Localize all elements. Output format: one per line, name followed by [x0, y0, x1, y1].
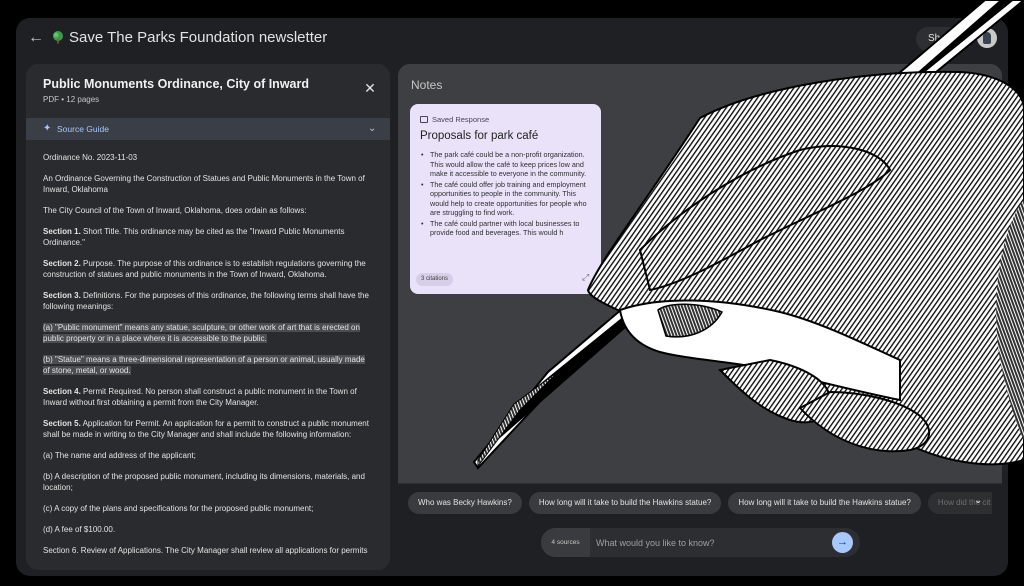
highlighted-paragraph: (b) "Statue" means a three-dimensional r… — [43, 354, 370, 376]
share-button[interactable]: Share — [916, 27, 967, 51]
source-paragraph: Ordinance No. 2023-11-03 — [43, 152, 370, 163]
note-title: Proposals for park café — [420, 130, 538, 142]
source-meta: PDF • 12 pages — [43, 95, 99, 104]
source-paragraph: Section 5. Application for Permit. An ap… — [43, 418, 370, 440]
list-item: The café could offer job training and em… — [420, 180, 591, 218]
source-paragraph: (d) A fee of $100.00. — [43, 524, 370, 535]
chevron-down-icon[interactable]: ⌄ — [368, 123, 376, 134]
sources-count-badge[interactable]: 4 sources — [541, 528, 590, 557]
app-window: ← Save The Parks Foundation newsletter S… — [16, 18, 1008, 576]
source-paragraph: Section 2. Purpose. The purpose of this … — [43, 258, 370, 280]
saved-response-label: Saved Response — [432, 115, 489, 124]
source-paragraph: (c) A copy of the plans and specificatio… — [43, 503, 370, 514]
source-paragraph: Section 6. Review of Applications. The C… — [43, 545, 370, 556]
source-guide-bar[interactable]: ✦ Source Guide ⌄ — [26, 118, 390, 140]
notes-title: Notes — [411, 78, 442, 92]
note-icon — [420, 116, 428, 123]
source-paragraph: Section 3. Definitions. For the purposes… — [43, 290, 370, 312]
saved-note-card[interactable]: Saved Response Proposals for park café T… — [410, 104, 601, 294]
chevron-down-icon[interactable]: ⌄ — [974, 495, 982, 506]
notebook-title[interactable]: Save The Parks Foundation newsletter — [69, 29, 327, 46]
suggestion-chips: Who was Becky Hawkins? How long will it t… — [408, 492, 992, 514]
saved-response-row: Saved Response — [420, 115, 489, 124]
top-bar: ← Save The Parks Foundation newsletter S… — [16, 18, 1008, 62]
source-text: Ordinance No. 2023-11-03 An Ordinance Go… — [43, 152, 370, 566]
source-guide-label: Source Guide — [57, 124, 109, 134]
avatar[interactable] — [977, 28, 997, 48]
note-fade — [410, 244, 601, 274]
sparkle-icon: ✦ — [43, 123, 51, 134]
note-bullets: The park café could be a non-profit orga… — [420, 150, 591, 239]
list-item: The park café could be a non-profit orga… — [420, 150, 591, 179]
source-paragraph: Section 1. Short Title. This ordinance m… — [43, 226, 370, 248]
list-item: The café could partner with local busine… — [420, 219, 591, 238]
source-panel: Public Monuments Ordinance, City of Inwa… — [26, 64, 390, 570]
citations-chip[interactable]: 3 citations — [416, 273, 453, 286]
chat-area: Who was Becky Hawkins? How long will it t… — [398, 483, 1002, 570]
expand-icon[interactable]: ⤢ — [582, 272, 589, 283]
source-paragraph: The City Council of the Town of Inward, … — [43, 205, 370, 216]
notes-panel: Notes Saved Response Proposals for park … — [398, 64, 1002, 570]
suggestion-chip[interactable]: How long will it take to build the Hawki… — [529, 492, 722, 514]
chat-input[interactable] — [596, 532, 818, 553]
source-paragraph: Section 4. Permit Required. No person sh… — [43, 386, 370, 408]
close-icon[interactable]: ✕ — [362, 80, 378, 96]
source-paragraph: (b) A description of the proposed public… — [43, 471, 370, 493]
suggestion-chip[interactable]: How long will it take to build the Hawki… — [728, 492, 921, 514]
arrow-left-icon[interactable]: ← — [26, 28, 46, 48]
suggestion-chip[interactable]: Who was Becky Hawkins? — [408, 492, 522, 514]
chat-input-box: 4 sources → — [541, 528, 860, 557]
source-paragraph: (a) The name and address of the applican… — [43, 450, 370, 461]
tree-icon — [51, 30, 65, 44]
source-paragraph: An Ordinance Governing the Construction … — [43, 173, 370, 195]
highlighted-paragraph: (a) "Public monument" means any statue, … — [43, 322, 370, 344]
source-title: Public Monuments Ordinance, City of Inwa… — [43, 77, 309, 91]
arrow-right-icon[interactable]: → — [832, 532, 853, 553]
